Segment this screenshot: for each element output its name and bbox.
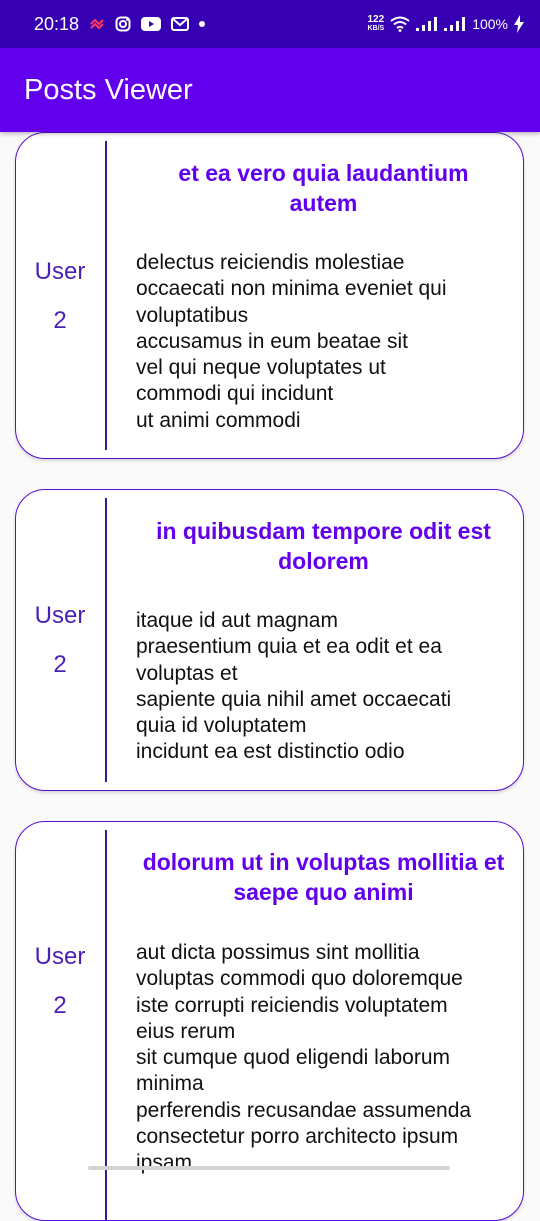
post-title: in quibusdam tempore odit est dolorem	[156, 518, 491, 574]
status-time: 20:18	[34, 13, 80, 34]
signal-icon	[416, 17, 438, 31]
post-title: et ea vero quia laudantium autem	[178, 160, 469, 216]
status-right: 122 KB/S 100%	[367, 15, 524, 33]
app-bar: Posts Viewer	[0, 48, 540, 132]
vertical-divider	[105, 141, 107, 450]
status-bar: 20:18 122 KB/S 100%	[0, 0, 540, 48]
home-indicator[interactable]	[88, 1166, 450, 1170]
network-speed-unit: KB/S	[367, 25, 385, 32]
user-column: User 2	[16, 490, 104, 790]
notification-icon	[89, 18, 105, 30]
gmail-icon	[171, 17, 190, 31]
post-title: dolorum ut in voluptas mollitia et saepe…	[142, 849, 505, 905]
user-id: 2	[53, 651, 67, 678]
user-column: User 2	[16, 822, 104, 1140]
wifi-icon	[390, 16, 410, 32]
vertical-divider	[105, 830, 107, 1220]
user-label: User	[34, 257, 86, 285]
youtube-icon	[141, 17, 162, 31]
post-card[interactable]: User 2 et ea vero quia laudantium autem …	[15, 132, 524, 459]
user-id: 2	[53, 992, 67, 1019]
battery-level: 100%	[472, 16, 508, 32]
dot-icon	[199, 21, 206, 27]
post-content: et ea vero quia laudantium autem delectu…	[136, 158, 505, 434]
user-id: 2	[53, 306, 67, 334]
post-content: dolorum ut in voluptas mollitia et saepe…	[136, 847, 505, 1177]
network-speed: 122 KB/S	[367, 15, 384, 33]
post-content: in quibusdam tempore odit est dolorem it…	[136, 516, 505, 766]
vertical-divider	[105, 498, 107, 782]
status-left: 20:18	[34, 13, 206, 35]
app-title: Posts Viewer	[24, 74, 193, 106]
post-body: aut dicta possimus sint mollitia volupta…	[136, 941, 472, 1175]
charging-icon	[514, 15, 524, 33]
post-body: itaque id aut magnam praesentium quia et…	[136, 609, 452, 764]
network-speed-value: 122	[367, 14, 385, 25]
signal-icon	[444, 17, 466, 31]
post-card[interactable]: User 2 dolorum ut in voluptas mollitia e…	[15, 821, 524, 1221]
user-column: User 2	[16, 133, 104, 458]
instagram-icon	[115, 16, 131, 32]
user-label: User	[34, 943, 86, 970]
user-label: User	[34, 602, 86, 629]
post-body: delectus reiciendis molestiae occaecati …	[136, 251, 447, 432]
post-card[interactable]: User 2 in quibusdam tempore odit est dol…	[15, 489, 524, 791]
